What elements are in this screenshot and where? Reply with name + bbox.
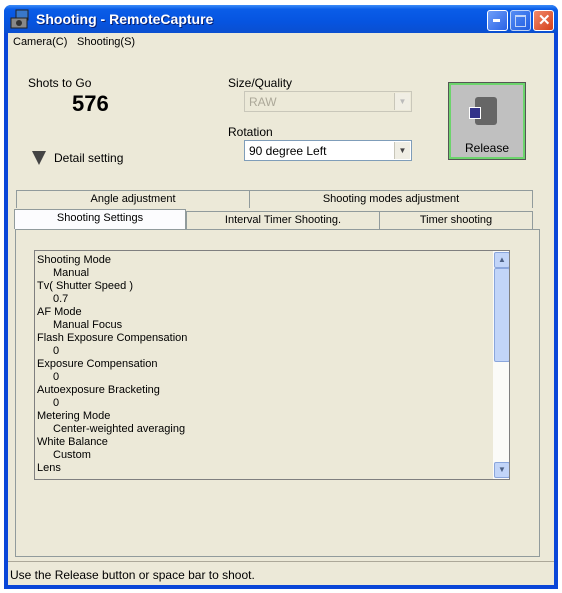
setting-value: 0.7	[53, 293, 69, 305]
setting-name: Autoexposure Bracketing	[37, 384, 160, 396]
menu-shooting[interactable]: Shooting(S)	[77, 36, 135, 48]
tab-shooting-settings[interactable]: Shooting Settings	[14, 209, 186, 229]
rotation-label: Rotation	[228, 125, 273, 139]
setting-value: 0	[53, 345, 60, 357]
size-quality-value: RAW	[249, 95, 277, 109]
camera-shutter-icon	[469, 97, 497, 125]
chevron-down-icon: ▼	[394, 142, 410, 159]
vertical-scrollbar[interactable]: ▲ ▼	[493, 251, 509, 479]
menu-camera[interactable]: Camera(C)	[13, 36, 67, 48]
status-text: Use the Release button or space bar to s…	[10, 568, 255, 582]
shots-to-go-value: 576	[72, 91, 109, 116]
setting-value: Custom	[53, 449, 91, 461]
setting-name: Shooting Mode	[37, 254, 111, 266]
title-bar[interactable]: Shooting - RemoteCapture ✕	[4, 5, 558, 33]
tab-angle-adjustment[interactable]: Angle adjustment	[16, 190, 250, 208]
detail-setting-link[interactable]: Detail setting	[54, 151, 123, 165]
window-title: Shooting - RemoteCapture	[36, 11, 214, 27]
client-area: Camera(C) Shooting(S) Shots to Go 576 Si…	[8, 33, 554, 585]
setting-value: 0	[53, 371, 60, 383]
setting-name: Tv( Shutter Speed )	[37, 280, 133, 292]
minimize-button[interactable]	[487, 10, 508, 31]
rotation-value: 90 degree Left	[249, 144, 327, 158]
setting-value: 0	[53, 397, 60, 409]
maximize-button[interactable]	[510, 10, 531, 31]
setting-value: Center-weighted averaging	[53, 423, 186, 435]
size-quality-select[interactable]: RAW ▼	[244, 91, 412, 112]
expand-triangle-icon[interactable]	[32, 151, 46, 165]
setting-name: Flash Exposure Compensation	[37, 332, 188, 344]
maximize-icon	[515, 15, 526, 27]
setting-name: White Balance	[37, 436, 108, 448]
status-bar: Use the Release button or space bar to s…	[8, 561, 554, 586]
setting-name: Metering Mode	[37, 410, 111, 422]
tab-shooting-modes-adjustment[interactable]: Shooting modes adjustment	[249, 190, 533, 208]
scroll-up-button[interactable]: ▲	[494, 252, 509, 268]
close-icon: ✕	[538, 12, 551, 29]
window: Shooting - RemoteCapture ✕ Camera(C) Sho…	[4, 5, 558, 589]
release-button[interactable]: Release	[448, 82, 526, 160]
menu-bar: Camera(C) Shooting(S)	[8, 33, 554, 51]
scroll-thumb[interactable]	[494, 268, 509, 362]
setting-value: Manual	[53, 267, 90, 279]
rotation-select[interactable]: 90 degree Left ▼	[244, 140, 412, 161]
size-quality-label: Size/Quality	[228, 76, 293, 90]
release-label: Release	[464, 141, 510, 155]
tab-timer-shooting[interactable]: Timer shooting	[379, 211, 533, 229]
setting-name: AF Mode	[37, 306, 82, 318]
minimize-icon	[493, 19, 500, 22]
tab-interval-timer-shooting[interactable]: Interval Timer Shooting.	[186, 211, 380, 229]
close-button[interactable]: ✕	[533, 10, 554, 31]
scroll-down-button[interactable]: ▼	[494, 462, 509, 478]
setting-name: Lens	[37, 462, 61, 474]
setting-value: Manual Focus	[53, 319, 123, 331]
setting-name: Exposure Compensation	[37, 358, 158, 370]
shots-to-go-label: Shots to Go	[28, 76, 92, 90]
camera-app-icon	[10, 9, 29, 29]
shooting-settings-list[interactable]: Shooting Mode Manual Tv( Shutter Speed ) 0.…	[34, 250, 510, 480]
chevron-down-icon: ▼	[394, 93, 410, 110]
